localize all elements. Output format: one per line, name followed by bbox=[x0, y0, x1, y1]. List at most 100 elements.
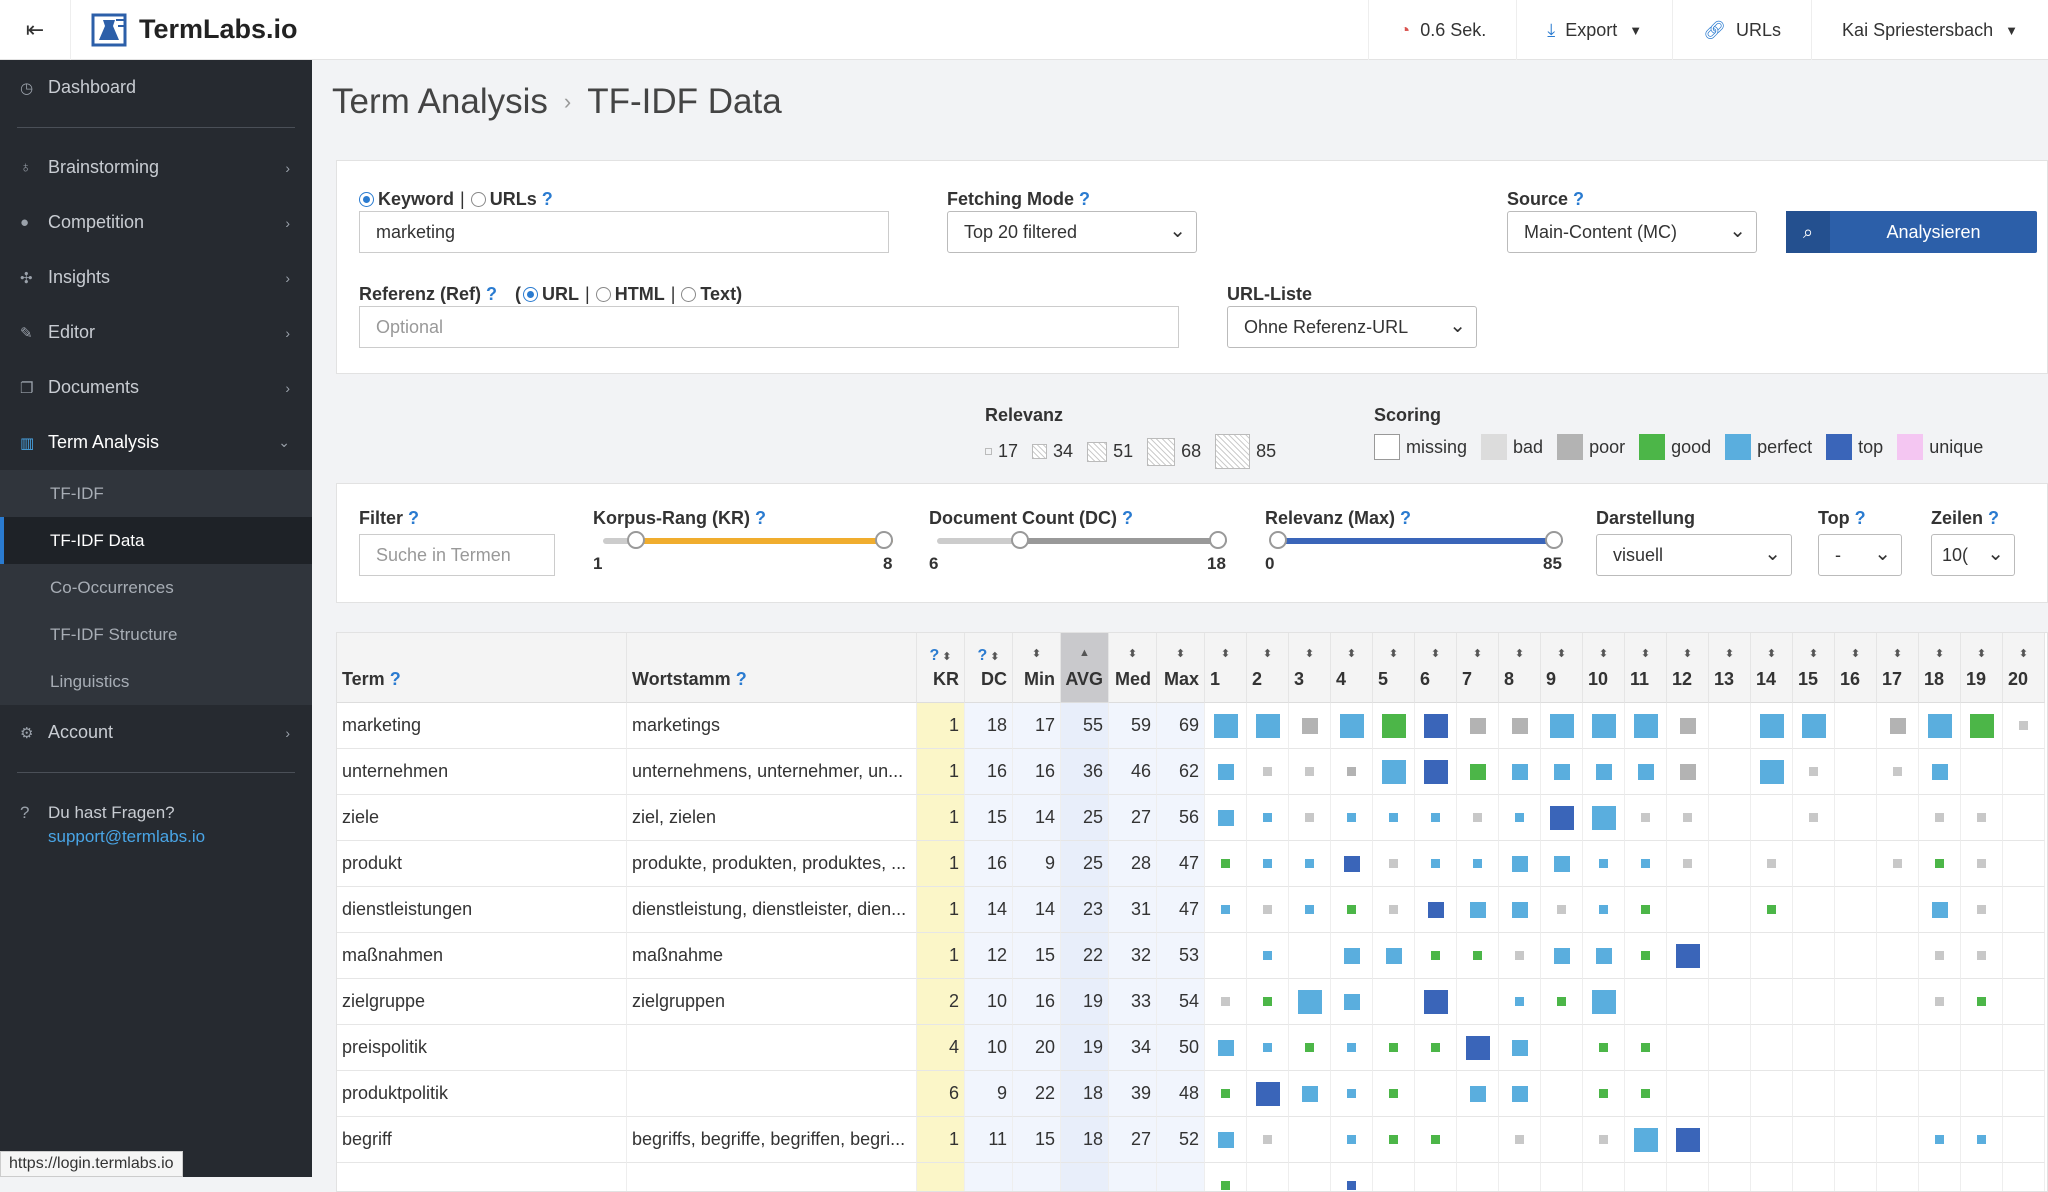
help-question-icon[interactable]: ? bbox=[1122, 508, 1133, 529]
help-question-icon[interactable]: ? bbox=[1573, 189, 1584, 210]
column-header-doc-1[interactable]: ⬍1 bbox=[1205, 633, 1247, 703]
sort-icon[interactable]: ▲ bbox=[1079, 647, 1090, 659]
sort-icon[interactable]: ⬍ bbox=[1809, 647, 1818, 660]
sort-icon[interactable]: ⬍ bbox=[1767, 647, 1776, 660]
column-header-doc-11[interactable]: ⬍11 bbox=[1625, 633, 1667, 703]
app-logo[interactable]: TermLabs.io bbox=[89, 12, 298, 48]
sidebar-item-term-analysis[interactable]: ▥Term Analysis⌄ bbox=[0, 415, 312, 470]
zeilen-select[interactable]: 10( bbox=[1931, 534, 2015, 576]
keyword-radio[interactable] bbox=[359, 192, 374, 207]
korpus-rang-slider[interactable] bbox=[603, 538, 893, 544]
column-header-term[interactable]: Term ? bbox=[337, 633, 627, 703]
help-question-icon[interactable]: ? bbox=[1988, 508, 1999, 529]
breadcrumb-parent[interactable]: Term Analysis bbox=[332, 82, 548, 122]
sort-icon[interactable]: ⬍ bbox=[1683, 647, 1692, 660]
sort-icon[interactable]: ⬍ bbox=[1305, 647, 1314, 660]
reference-input[interactable]: Optional bbox=[359, 306, 1179, 348]
ref-html-radio[interactable] bbox=[596, 287, 611, 302]
slider-max-handle[interactable] bbox=[1209, 531, 1227, 549]
column-header-doc-13[interactable]: ⬍13 bbox=[1709, 633, 1751, 703]
column-header-min[interactable]: Min⬍ bbox=[1013, 633, 1061, 703]
help-question-icon[interactable]: ? bbox=[408, 508, 419, 529]
user-menu[interactable]: Kai Spriestersbach▼ bbox=[1811, 0, 2048, 60]
column-header-doc-12[interactable]: ⬍12 bbox=[1667, 633, 1709, 703]
sort-icon[interactable]: ⬍ bbox=[1389, 647, 1398, 660]
slider-min-handle[interactable] bbox=[1269, 531, 1287, 549]
column-header-doc-14[interactable]: ⬍14 bbox=[1751, 633, 1793, 703]
sidebar-item-insights[interactable]: ✣Insights› bbox=[0, 250, 312, 305]
sidebar-item-documents[interactable]: ❐Documents› bbox=[0, 360, 312, 415]
column-header-doc-16[interactable]: ⬍16 bbox=[1835, 633, 1877, 703]
support-email-link[interactable]: support@termlabs.io bbox=[48, 827, 205, 846]
sort-icon[interactable]: ⬍ bbox=[1851, 647, 1860, 660]
sort-icon[interactable]: ⬍ bbox=[1599, 647, 1608, 660]
help-question-icon[interactable]: ? bbox=[1400, 508, 1411, 529]
sort-icon[interactable]: ? ⬍ bbox=[929, 647, 951, 665]
column-header-stem[interactable]: Wortstamm ? bbox=[627, 633, 917, 703]
help-question-icon[interactable]: ? bbox=[755, 508, 766, 529]
sidebar-item-dashboard[interactable]: ◷Dashboard bbox=[0, 60, 312, 115]
relevanz-max-slider[interactable] bbox=[1273, 538, 1563, 544]
source-select[interactable]: Main-Content (MC) bbox=[1507, 211, 1757, 253]
column-header-doc-20[interactable]: ⬍20 bbox=[2003, 633, 2045, 703]
sort-icon[interactable]: ⬍ bbox=[1977, 647, 1986, 660]
ref-text-radio[interactable] bbox=[681, 287, 696, 302]
column-header-doc-8[interactable]: ⬍8 bbox=[1499, 633, 1541, 703]
slider-min-handle[interactable] bbox=[1011, 531, 1029, 549]
sort-icon[interactable]: ⬍ bbox=[1221, 647, 1230, 660]
analyze-button[interactable]: ⌕ Analysieren bbox=[1786, 211, 2037, 253]
sort-icon[interactable]: ⬍ bbox=[1641, 647, 1650, 660]
sort-icon[interactable]: ⬍ bbox=[1128, 647, 1137, 660]
fetching-mode-select[interactable]: Top 20 filtered bbox=[947, 211, 1197, 253]
column-header-doc-19[interactable]: ⬍19 bbox=[1961, 633, 2003, 703]
export-menu[interactable]: ⤓Export▼ bbox=[1516, 0, 1672, 60]
slider-max-handle[interactable] bbox=[1545, 531, 1563, 549]
column-header-doc-3[interactable]: ⬍3 bbox=[1289, 633, 1331, 703]
sort-icon[interactable]: ⬍ bbox=[1557, 647, 1566, 660]
darstellung-select[interactable]: visuell bbox=[1596, 534, 1792, 576]
slider-max-handle[interactable] bbox=[875, 531, 893, 549]
sort-icon[interactable]: ⬍ bbox=[1347, 647, 1356, 660]
filter-search-input[interactable]: Suche in Termen bbox=[359, 534, 555, 576]
sidebar-item-brainstorming[interactable]: ♁Brainstorming› bbox=[0, 140, 312, 195]
column-header-doc-17[interactable]: ⬍17 bbox=[1877, 633, 1919, 703]
subnav-item-co-occurrences[interactable]: Co-Occurrences bbox=[0, 564, 312, 611]
column-header-avg[interactable]: AVG▲ bbox=[1061, 633, 1109, 703]
urls-radio[interactable] bbox=[471, 192, 486, 207]
sort-icon[interactable]: ⬍ bbox=[1893, 647, 1902, 660]
column-header-doc-7[interactable]: ⬍7 bbox=[1457, 633, 1499, 703]
sort-icon[interactable]: ⬍ bbox=[1263, 647, 1272, 660]
sort-icon[interactable]: ? ⬍ bbox=[977, 647, 999, 665]
column-header-doc-5[interactable]: ⬍5 bbox=[1373, 633, 1415, 703]
help-question-icon[interactable]: ? bbox=[542, 189, 553, 210]
sort-icon[interactable]: ⬍ bbox=[1935, 647, 1944, 660]
keyword-input[interactable]: marketing bbox=[359, 211, 889, 253]
column-header-doc-6[interactable]: ⬍6 bbox=[1415, 633, 1457, 703]
sidebar-item-editor[interactable]: ✎Editor› bbox=[0, 305, 312, 360]
sort-icon[interactable]: ⬍ bbox=[1032, 647, 1041, 660]
column-header-kr[interactable]: KR? ⬍ bbox=[917, 633, 965, 703]
sidebar-item-competition[interactable]: ●Competition› bbox=[0, 195, 312, 250]
ref-url-radio[interactable] bbox=[523, 287, 538, 302]
subnav-item-tfidf-structure[interactable]: TF-IDF Structure bbox=[0, 611, 312, 658]
column-header-max[interactable]: Max⬍ bbox=[1157, 633, 1205, 703]
menu-toggle-button[interactable]: ⇤ bbox=[0, 0, 71, 60]
sidebar-item-account[interactable]: ⚙Account› bbox=[0, 705, 312, 760]
subnav-item-tfidf-data[interactable]: TF-IDF Data bbox=[0, 517, 312, 564]
top-select[interactable]: - bbox=[1818, 534, 1902, 576]
column-header-doc-2[interactable]: ⬍2 bbox=[1247, 633, 1289, 703]
help-question-icon[interactable]: ? bbox=[385, 669, 401, 689]
column-header-dc[interactable]: DC? ⬍ bbox=[965, 633, 1013, 703]
help-question-icon[interactable]: ? bbox=[1855, 508, 1866, 529]
column-header-doc-18[interactable]: ⬍18 bbox=[1919, 633, 1961, 703]
sort-icon[interactable]: ⬍ bbox=[1473, 647, 1482, 660]
subnav-item-tfidf[interactable]: TF-IDF bbox=[0, 470, 312, 517]
sort-icon[interactable]: ⬍ bbox=[2019, 647, 2028, 660]
column-header-med[interactable]: Med⬍ bbox=[1109, 633, 1157, 703]
urls-button[interactable]: 🔗︎URLs bbox=[1672, 0, 1811, 60]
sort-icon[interactable]: ⬍ bbox=[1515, 647, 1524, 660]
sort-icon[interactable]: ⬍ bbox=[1176, 647, 1185, 660]
subnav-item-linguistics[interactable]: Linguistics bbox=[0, 658, 312, 705]
sort-icon[interactable]: ⬍ bbox=[1725, 647, 1734, 660]
column-header-doc-10[interactable]: ⬍10 bbox=[1583, 633, 1625, 703]
